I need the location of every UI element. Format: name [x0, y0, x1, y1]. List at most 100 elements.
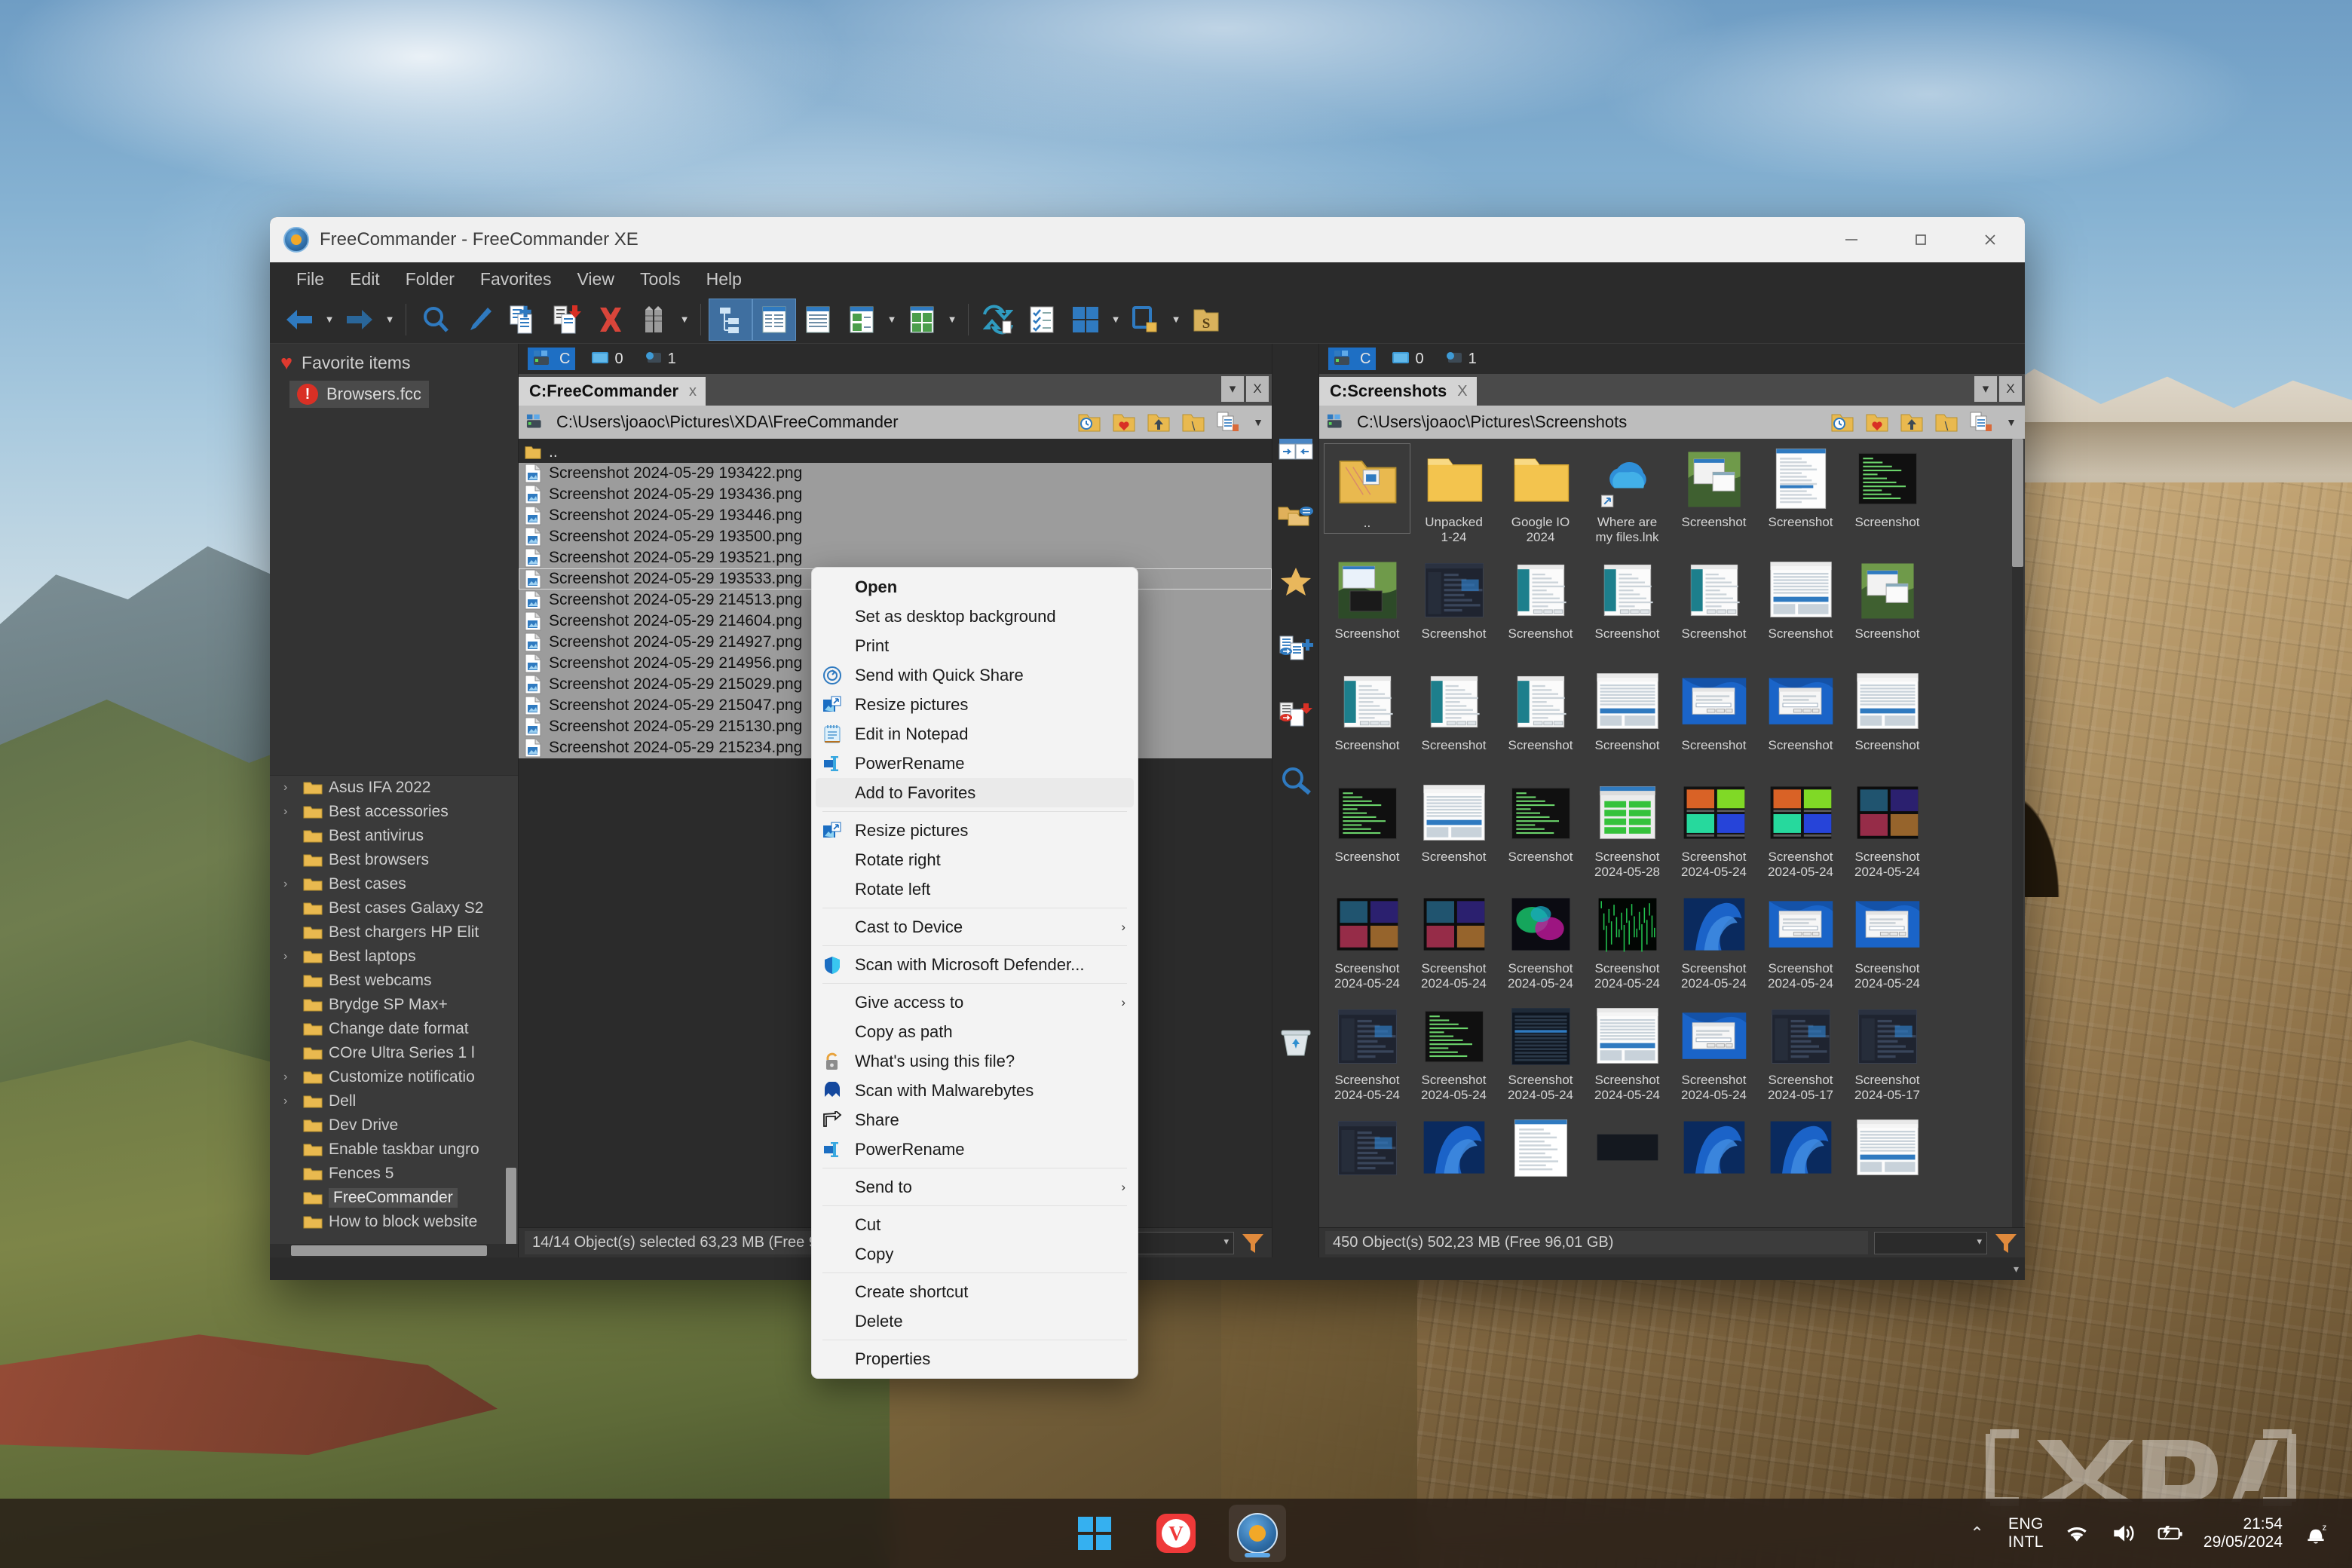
language-indicator[interactable]: ENG INTL	[2008, 1515, 2044, 1551]
folder-s-icon[interactable]: S	[1184, 299, 1228, 341]
chevron-right-icon[interactable]: ›	[283, 805, 297, 819]
volume-icon[interactable]	[2110, 1520, 2137, 1547]
context-menu-item[interactable]: Share	[812, 1105, 1138, 1135]
thumbnail-cell[interactable]: Screenshot	[1757, 555, 1844, 666]
context-menu-item[interactable]: Resize pictures	[812, 816, 1138, 845]
context-menu-item[interactable]: Print	[812, 631, 1138, 660]
context-menu-item[interactable]: Send with Quick Share	[812, 660, 1138, 690]
sync-folders-icon[interactable]	[976, 299, 1020, 341]
context-menu-item[interactable]: PowerRename	[812, 1135, 1138, 1164]
context-menu-item[interactable]: What's using this file?	[812, 1046, 1138, 1076]
thumbnail-cell[interactable]: Screenshot	[1497, 778, 1584, 890]
file-row[interactable]: Screenshot 2024-05-29 193436.png	[519, 484, 1272, 505]
tree-item[interactable]: › Best accessories	[270, 800, 518, 824]
tree-item[interactable]: › Best cases	[270, 872, 518, 896]
thumbnail-cell[interactable]	[1757, 1113, 1844, 1224]
context-menu-item[interactable]: Copy	[812, 1239, 1138, 1269]
recycle-bin-icon[interactable]	[1277, 1027, 1315, 1060]
folder-tree[interactable]: › Asus IFA 2022 › Best accessories Best anti…	[270, 775, 518, 1257]
thumbnail-cell[interactable]	[1410, 1113, 1497, 1224]
context-menu-item[interactable]: Copy as path	[812, 1017, 1138, 1046]
menu-edit[interactable]: Edit	[337, 266, 393, 292]
pack-icon[interactable]	[632, 299, 676, 341]
thumbnail-cell[interactable]: Screenshot	[1410, 778, 1497, 890]
thumbnail-cell[interactable]: Screenshot 2024-05-24	[1584, 890, 1671, 1001]
back-arrow-icon[interactable]	[277, 299, 321, 341]
thumbnail-cell[interactable]: Screenshot	[1584, 555, 1671, 666]
tree-view-icon[interactable]	[709, 298, 752, 341]
left-drive-1[interactable]: 1	[639, 348, 681, 370]
thumbnail-cell[interactable]	[1671, 1113, 1757, 1224]
folder-cell[interactable]: Unpacked 1-24	[1410, 443, 1497, 555]
parent-folder-icon[interactable]	[1147, 411, 1171, 433]
thumbnail-cell[interactable]: Screenshot 2024-05-24	[1844, 890, 1931, 1001]
tree-item[interactable]: Dev Drive	[270, 1113, 518, 1138]
right-tab-dropdown[interactable]: ▾	[1974, 376, 1997, 402]
history-folder-icon[interactable]	[1830, 411, 1854, 433]
root-folder-icon[interactable]: \	[1181, 411, 1205, 433]
thumbnail-cell[interactable]: Screenshot	[1410, 666, 1497, 778]
wifi-icon[interactable]	[2063, 1520, 2090, 1547]
thumbnail-view-icon[interactable]	[840, 299, 884, 341]
tree-item[interactable]: › Asus IFA 2022	[270, 776, 518, 800]
thumbnail-cell[interactable]: Screenshot 2024-05-24	[1671, 1001, 1757, 1113]
filter-funnel-icon[interactable]	[1993, 1231, 2019, 1255]
favorite-folder-icon[interactable]	[1112, 411, 1136, 433]
root-folder-icon[interactable]: \	[1934, 411, 1958, 433]
chevron-right-icon[interactable]: ›	[1121, 1180, 1125, 1195]
context-menu-item[interactable]: Resize pictures	[812, 690, 1138, 719]
tree-item[interactable]: COre Ultra Series 1 l	[270, 1041, 518, 1065]
freecommander-button[interactable]	[1229, 1505, 1286, 1562]
thumbnail-cell[interactable]: Screenshot 2024-05-17	[1844, 1001, 1931, 1113]
menu-tools[interactable]: Tools	[627, 266, 694, 292]
split-view-dropdown-caret[interactable]: ▼	[1107, 299, 1124, 341]
thumbnail-cell[interactable]: Screenshot	[1844, 666, 1931, 778]
context-menu-item[interactable]: Scan with Malwarebytes	[812, 1076, 1138, 1105]
tree-item[interactable]: › Best laptops	[270, 945, 518, 969]
thumbnail-cell[interactable]	[1584, 1113, 1671, 1224]
list-view-icon[interactable]	[796, 299, 840, 341]
close-icon[interactable]: X	[1457, 383, 1467, 400]
close-icon[interactable]: x	[689, 383, 697, 400]
tree-item[interactable]: Best cases Galaxy S2	[270, 896, 518, 920]
context-menu-item[interactable]: Properties	[812, 1344, 1138, 1374]
context-menu-item[interactable]: Set as desktop background	[812, 602, 1138, 631]
context-menu[interactable]: Open Set as desktop background Print Send w…	[811, 567, 1138, 1379]
context-menu-item[interactable]: Cast to Device ›	[812, 912, 1138, 942]
copy-path-icon[interactable]	[1969, 411, 1993, 433]
details-view-icon[interactable]	[752, 298, 796, 341]
screen-icon[interactable]	[1124, 299, 1168, 341]
thumbnail-cell[interactable]: Screenshot 2024-05-24	[1584, 1001, 1671, 1113]
tree-item[interactable]: Enable taskbar ungro	[270, 1138, 518, 1162]
thumbs-vertical-scrollbar[interactable]	[2012, 439, 2023, 567]
file-row[interactable]: Screenshot 2024-05-29 193521.png	[519, 547, 1272, 568]
bell-dnd-icon[interactable]: z	[2302, 1520, 2329, 1547]
search-icon[interactable]	[414, 299, 458, 341]
thumbnail-cell[interactable]: Screenshot	[1671, 443, 1757, 555]
tree-horizontal-scrollbar[interactable]	[270, 1244, 518, 1257]
menu-help[interactable]: Help	[694, 266, 755, 292]
maximize-button[interactable]	[1886, 217, 1955, 262]
clock[interactable]: 21:54 29/05/2024	[2203, 1515, 2283, 1551]
thumbnail-cell[interactable]: Screenshot 2024-05-24	[1497, 1001, 1584, 1113]
minimize-button[interactable]	[1817, 217, 1886, 262]
right-drive-0[interactable]: 0	[1386, 348, 1429, 370]
thumbnail-cell[interactable]: Screenshot	[1497, 555, 1584, 666]
left-tab[interactable]: C:FreeCommander x	[519, 377, 706, 406]
left-pathbar[interactable]: C:\Users\joaoc\Pictures\XDA\FreeCommande…	[519, 406, 1272, 439]
split-view-icon[interactable]	[1064, 299, 1107, 341]
right-thumbnail-grid[interactable]: .. Unpacked 1-24 Google IO 2024 Where are my f…	[1319, 439, 2025, 1227]
right-tab-close[interactable]: X	[1999, 376, 2022, 402]
folder-cell[interactable]: Google IO 2024	[1497, 443, 1584, 555]
thumbnail-cell[interactable]: Screenshot 2024-05-17	[1757, 1001, 1844, 1113]
thumbnail-cell[interactable]: Screenshot	[1324, 666, 1410, 778]
thumbnail-cell[interactable]: Screenshot 2024-05-24	[1671, 890, 1757, 1001]
copy-path-icon[interactable]	[1216, 411, 1240, 433]
delete-x-icon[interactable]	[589, 299, 632, 341]
context-menu-item[interactable]: Open	[812, 572, 1138, 602]
context-menu-item[interactable]: Rotate right	[812, 845, 1138, 874]
thumbnail-cell[interactable]: Screenshot	[1671, 555, 1757, 666]
thumbnail-dropdown-caret[interactable]: ▼	[884, 299, 900, 341]
favorites-star-icon[interactable]	[1277, 565, 1315, 599]
chevron-right-icon[interactable]: ›	[283, 950, 297, 963]
